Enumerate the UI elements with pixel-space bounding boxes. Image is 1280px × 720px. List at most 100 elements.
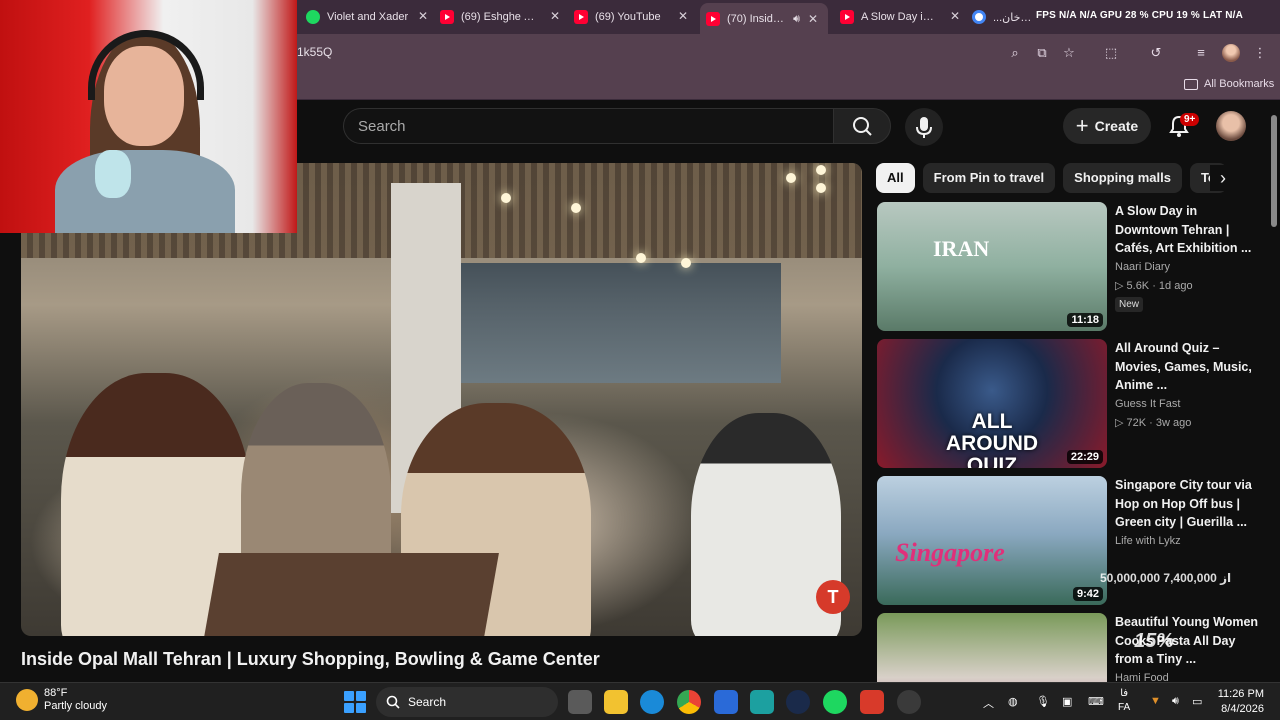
plus-icon: + xyxy=(1075,113,1089,138)
channel-watermark-logo[interactable]: T xyxy=(816,580,850,614)
close-tab-icon[interactable]: ✕ xyxy=(678,9,688,23)
video-frame-table xyxy=(203,553,499,636)
scrollbar-thumb[interactable] xyxy=(1271,115,1277,227)
weather-temp: 88°F xyxy=(44,687,68,699)
close-tab-icon[interactable]: ✕ xyxy=(550,9,560,23)
keyboard-icon[interactable]: ⌨ xyxy=(1088,695,1104,708)
search-input[interactable] xyxy=(344,109,833,143)
recommendation-meta: ▷ 5.6K · 1d ago xyxy=(1115,279,1193,292)
chrome-icon[interactable] xyxy=(677,690,701,714)
folder-icon xyxy=(1184,78,1198,90)
video-thumbnail[interactable]: Singapore 9:42 xyxy=(877,476,1107,605)
filter-chips: All From Pin to travel Shopping malls To xyxy=(876,163,1240,193)
meta-text: 72K · 3w ago xyxy=(1126,417,1192,429)
weather-widget[interactable]: 88°F Partly cloudy xyxy=(16,687,107,713)
network-icon[interactable]: ◍ xyxy=(1008,695,1018,708)
page-scrollbar[interactable] xyxy=(1268,101,1280,682)
app-icon[interactable] xyxy=(750,690,774,714)
recommendation-title[interactable]: All Around Quiz – Movies, Games, Music, … xyxy=(1115,339,1261,395)
tray-chevron-up-icon[interactable]: ︿ xyxy=(983,695,994,711)
recommendation-channel[interactable]: Life with Lykz xyxy=(1115,535,1181,547)
tab-youtube[interactable]: (69) YouTube ✕ xyxy=(574,6,688,28)
microphone-icon[interactable]: 🎙︎ xyxy=(1036,695,1050,708)
bookmark-star-icon[interactable]: ☆ xyxy=(1060,44,1078,62)
history-icon[interactable]: ↺ xyxy=(1147,44,1165,62)
lang-top: فا xyxy=(1120,688,1129,699)
language-indicator[interactable]: فا FA xyxy=(1118,687,1130,715)
tab-slow-day-downtown[interactable]: A Slow Day in Do ✕ xyxy=(840,6,960,28)
search-icon xyxy=(386,695,400,709)
close-tab-icon[interactable]: ✕ xyxy=(950,9,960,23)
spotify-icon[interactable] xyxy=(823,690,847,714)
system-stats-overlay: FPS N/A N/A GPU 28 % CPU 19 % LAT N/A xyxy=(1036,10,1244,21)
donation-goal-overlay: 50,000,000 از 7,400,000 xyxy=(1100,571,1232,585)
search-button[interactable] xyxy=(833,108,891,144)
zoom-icon[interactable]: ⌕ xyxy=(1006,44,1024,62)
chip-shopping-malls[interactable]: Shopping malls xyxy=(1063,163,1182,193)
start-button[interactable] xyxy=(344,691,366,713)
store-icon[interactable] xyxy=(714,690,738,714)
tab-title: (69) YouTube xyxy=(595,11,661,23)
browser-profile-avatar[interactable] xyxy=(1222,44,1240,62)
all-bookmarks-button[interactable]: All Bookmarks xyxy=(1184,78,1274,90)
recommendation-title[interactable]: A Slow Day in Downtown Tehran | Cafés, A… xyxy=(1115,202,1261,258)
meta-text: 5.6K · 1d ago xyxy=(1126,280,1193,292)
recommendation-channel[interactable]: Guess It Fast xyxy=(1115,398,1180,410)
url-text[interactable]: 1k55Q xyxy=(297,45,332,59)
microphone-icon xyxy=(916,117,932,138)
weather-text: 88°F Partly cloudy xyxy=(44,687,107,713)
play-icon: ▷ xyxy=(1115,280,1127,292)
tab-violet-and-xader[interactable]: Violet and Xader ✕ xyxy=(306,6,428,28)
youtube-icon xyxy=(440,10,454,24)
taskbar-search[interactable]: Search xyxy=(376,687,558,717)
steam-icon[interactable] xyxy=(786,690,810,714)
speaker-icon[interactable]: 🔊︎ xyxy=(793,13,800,26)
youtube-icon xyxy=(706,11,720,26)
headphones-icon xyxy=(88,30,204,100)
speaker-icon[interactable]: 🔊︎ xyxy=(1172,695,1179,708)
tab-title: (70) Inside O xyxy=(727,12,787,25)
obs-icon[interactable] xyxy=(897,690,921,714)
chips-next-chevron-icon[interactable]: › xyxy=(1210,165,1236,191)
menu-kebab-icon[interactable]: ⋮ xyxy=(1251,44,1269,62)
tab-inside-opal-mall[interactable]: (70) Inside O 🔊︎ ✕ xyxy=(700,3,828,34)
clock-date: 8/4/2026 xyxy=(1221,703,1264,715)
recommendation-channel[interactable]: Naari Diary xyxy=(1115,261,1170,273)
windows-taskbar: 88°F Partly cloudy Search ︿ ◍ 🎙︎ ▣ ⌨ فا … xyxy=(0,682,1280,720)
recommendation-item[interactable]: ALL AROUND QUIZ 22:29 All Around Quiz – … xyxy=(877,339,1267,468)
video-thumbnail[interactable]: IRAN 11:18 xyxy=(877,202,1107,331)
close-tab-icon[interactable]: ✕ xyxy=(808,12,818,26)
install-app-icon[interactable]: ⧉ xyxy=(1033,44,1051,62)
create-label: Create xyxy=(1094,118,1139,134)
display-icon[interactable]: ▣ xyxy=(1062,695,1072,708)
video-thumbnail[interactable]: ALL AROUND QUIZ 22:29 xyxy=(877,339,1107,468)
edge-icon[interactable] xyxy=(640,690,664,714)
reading-list-icon[interactable]: ≡ xyxy=(1192,44,1210,62)
chip-all[interactable]: All xyxy=(876,163,915,193)
recommendation-title[interactable]: Singapore City tour via Hop on Hop Off b… xyxy=(1115,476,1261,532)
file-explorer-icon[interactable] xyxy=(604,690,628,714)
recommendation-item[interactable]: IRAN 11:18 A Slow Day in Downtown Tehran… xyxy=(877,202,1267,331)
system-clock[interactable]: 11:26 PM 8/4/2026 xyxy=(1206,687,1264,717)
progress-percent-overlay: 15% xyxy=(1134,630,1175,652)
extensions-icon[interactable]: ⬚ xyxy=(1102,44,1120,62)
battery-icon[interactable]: ▭ xyxy=(1192,695,1202,708)
app-tray-icon[interactable]: ▼ xyxy=(1150,695,1161,707)
thumbnail-text: IRAN xyxy=(933,236,990,261)
create-button[interactable]: + Create xyxy=(1063,108,1151,144)
close-tab-icon[interactable]: ✕ xyxy=(418,9,428,23)
video-player[interactable]: T xyxy=(21,163,862,636)
lang-bottom: FA xyxy=(1118,702,1131,713)
tab-eshghe-abad[interactable]: (69) Eshghe Abad ✕ xyxy=(440,6,560,28)
webcam-shirt xyxy=(55,150,235,233)
tab-google[interactable]: ...حسن خان xyxy=(972,6,1034,28)
voice-search-button[interactable] xyxy=(905,108,943,146)
video-duration: 9:42 xyxy=(1072,587,1103,601)
thumbnail-text: ALL AROUND QUIZ xyxy=(945,410,1039,469)
account-avatar[interactable] xyxy=(1216,111,1246,141)
search-box xyxy=(343,108,833,144)
task-view-icon[interactable] xyxy=(568,690,592,714)
app-icon[interactable] xyxy=(860,690,884,714)
chip-from-pin-to-travel[interactable]: From Pin to travel xyxy=(922,163,1056,193)
tab-title: (69) Eshghe Abad xyxy=(461,11,541,23)
